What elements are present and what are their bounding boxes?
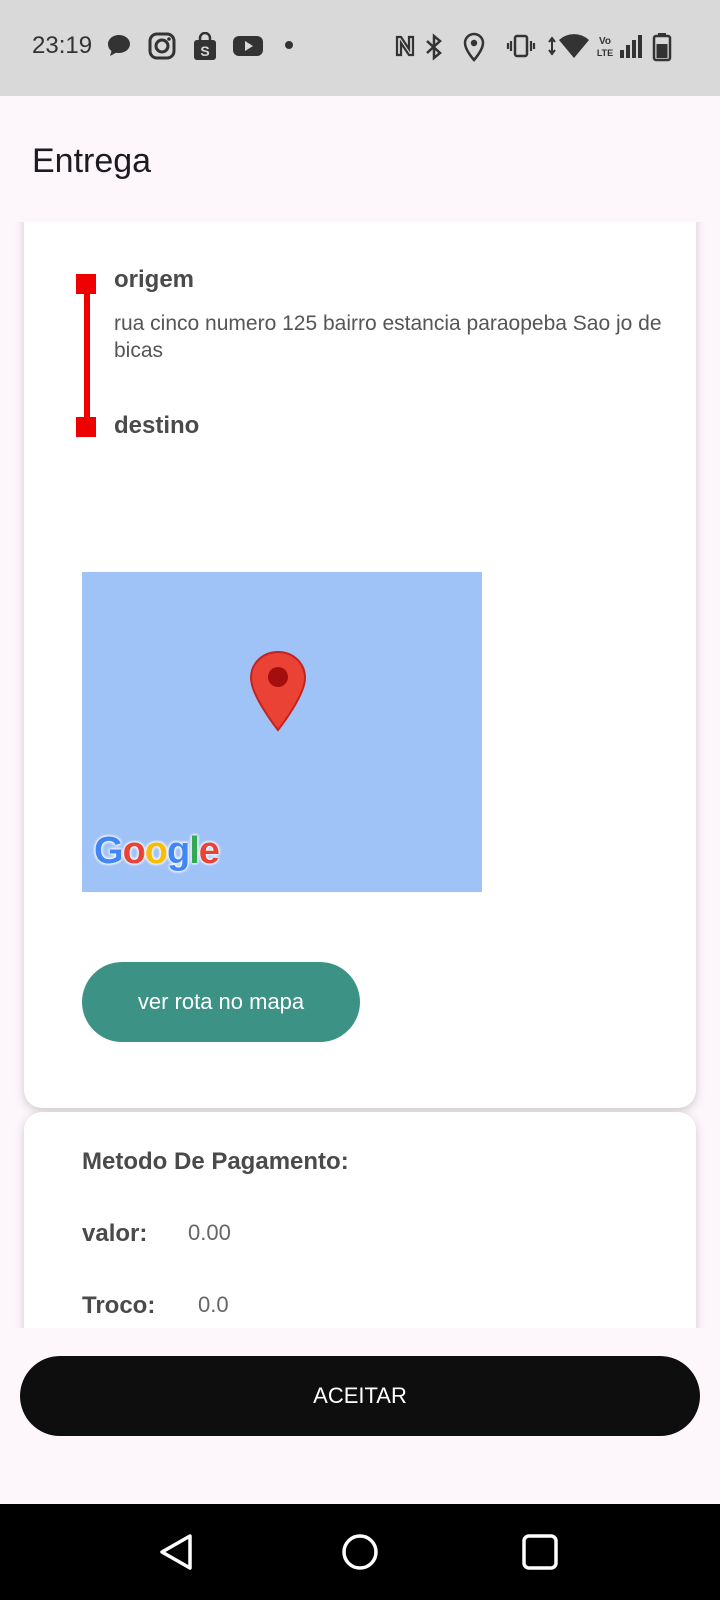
origin-address: rua cinco numero 125 bairro estancia par…: [114, 312, 662, 362]
origin-label: origem: [114, 266, 195, 293]
nfc-icon: [392, 32, 418, 62]
page-title: Entrega: [32, 142, 152, 180]
payment-method-title: Metodo De Pagamento:: [82, 1148, 349, 1175]
dot-icon: [284, 40, 294, 70]
route-line: [84, 276, 90, 424]
youtube-icon: [232, 32, 264, 62]
instagram-icon: [148, 32, 176, 62]
app-bar: Entrega: [0, 96, 720, 222]
view-route-button[interactable]: ver rota no mapa: [82, 962, 360, 1042]
map-view[interactable]: Google: [82, 572, 482, 892]
chat-icon: [106, 32, 132, 62]
destination-marker: [76, 417, 96, 437]
navigation-bar: [0, 1504, 720, 1600]
svg-text:S: S: [200, 43, 209, 59]
location-icon: [462, 32, 486, 62]
back-icon[interactable]: [156, 1532, 196, 1577]
delivery-route-card: origem rua cinco numero 125 bairro estan…: [24, 222, 696, 1108]
origin-marker: [76, 274, 96, 294]
map-pin-icon: [248, 650, 308, 737]
status-bar: 23:19 S Vo LTE: [0, 0, 720, 96]
value-amount: 0.00: [188, 1220, 231, 1245]
google-logo: Google: [94, 830, 220, 872]
volte-icon: Vo LTE: [596, 32, 614, 62]
destination-label: destino: [114, 412, 200, 439]
svg-text:LTE: LTE: [597, 48, 613, 58]
signal-icon: [618, 32, 644, 62]
accept-button[interactable]: ACEITAR: [20, 1356, 700, 1436]
change-label: Troco:: [82, 1292, 156, 1319]
battery-icon: [652, 32, 672, 62]
vibrate-icon: [506, 32, 536, 62]
wifi-icon: [546, 32, 592, 62]
payment-card: Metodo De Pagamento: valor: 0.00 Troco: …: [24, 1112, 696, 1328]
change-amount: 0.0: [198, 1292, 229, 1317]
bluetooth-icon: [422, 32, 446, 62]
value-label: valor:: [82, 1220, 148, 1247]
content-scroll-area[interactable]: origem rua cinco numero 125 bairro estan…: [0, 222, 720, 1328]
svg-text:Vo: Vo: [599, 36, 611, 47]
status-time: 23:19: [32, 32, 93, 59]
home-icon[interactable]: [340, 1532, 380, 1577]
shopping-bag-icon: S: [192, 32, 218, 62]
recents-icon[interactable]: [520, 1532, 560, 1577]
